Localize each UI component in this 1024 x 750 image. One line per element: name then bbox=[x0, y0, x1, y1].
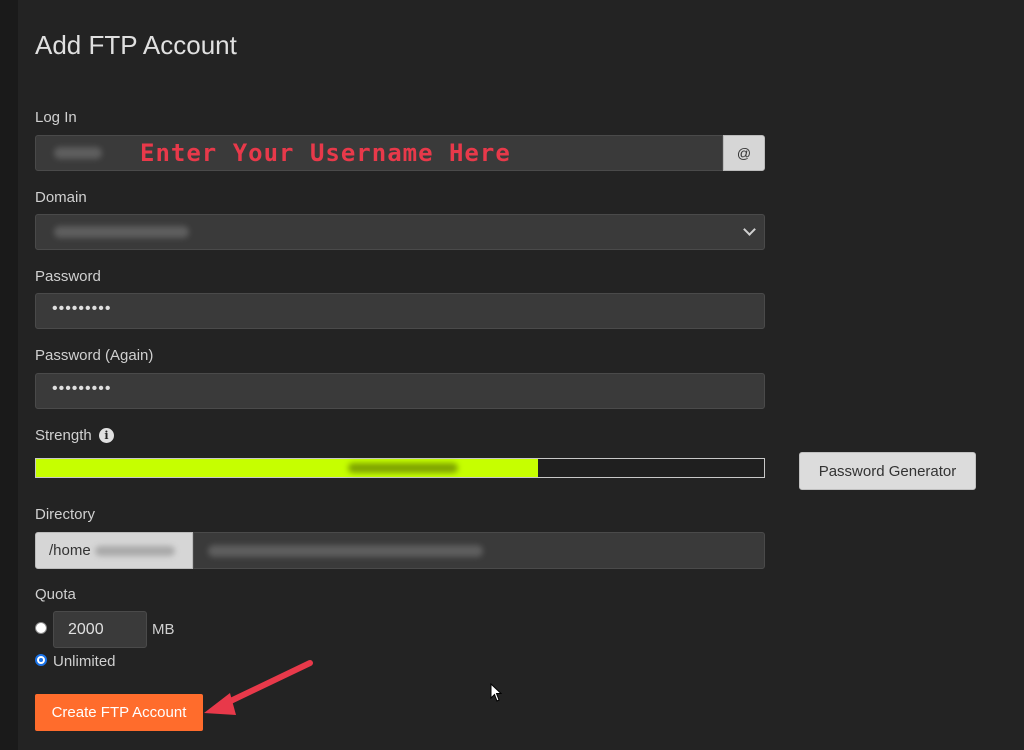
page-title: Add FTP Account bbox=[35, 30, 237, 60]
strength-value-redacted bbox=[348, 463, 458, 473]
directory-prefix-text: /home bbox=[49, 542, 91, 559]
at-addon: @ bbox=[723, 135, 765, 171]
domain-select[interactable] bbox=[35, 214, 765, 250]
directory-prefix: /home bbox=[35, 532, 193, 569]
domain-label: Domain bbox=[35, 189, 87, 206]
strength-meter-fill bbox=[36, 459, 539, 477]
password-input[interactable]: ••••••••• bbox=[35, 293, 765, 329]
directory-prefix-redacted bbox=[94, 545, 175, 556]
directory-value-redacted bbox=[208, 545, 483, 557]
annotation-arrow-icon bbox=[204, 660, 313, 715]
strength-meter bbox=[35, 458, 765, 478]
domain-value-redacted bbox=[54, 226, 189, 238]
directory-input[interactable] bbox=[193, 532, 765, 569]
password-masked-value: ••••••••• bbox=[52, 300, 112, 317]
login-value-redacted bbox=[54, 147, 102, 159]
quota-unlimited-radio[interactable] bbox=[35, 654, 47, 666]
password-generator-button[interactable]: Password Generator bbox=[799, 452, 976, 490]
password-again-label: Password (Again) bbox=[35, 347, 154, 364]
add-ftp-account-page: Add FTP Account Log In Enter Your Userna… bbox=[0, 0, 1024, 750]
password-label: Password bbox=[35, 268, 101, 285]
quota-limited-radio[interactable] bbox=[35, 622, 47, 634]
quota-input[interactable]: 2000 bbox=[53, 611, 147, 648]
create-ftp-account-button[interactable]: Create FTP Account bbox=[35, 694, 203, 731]
password-again-input[interactable]: ••••••••• bbox=[35, 373, 765, 409]
quota-label: Quota bbox=[35, 586, 76, 603]
login-label: Log In bbox=[35, 109, 77, 126]
directory-label: Directory bbox=[35, 506, 96, 523]
quota-unlimited-label[interactable]: Unlimited bbox=[53, 653, 116, 670]
info-circle-icon[interactable]: i bbox=[99, 428, 114, 443]
left-edge-strip bbox=[0, 0, 18, 750]
mouse-cursor-icon bbox=[490, 683, 503, 702]
quota-value: 2000 bbox=[68, 620, 104, 638]
quota-unit: MB bbox=[152, 621, 175, 638]
strength-label: Strength bbox=[35, 427, 92, 444]
password-again-masked-value: ••••••••• bbox=[52, 380, 112, 397]
chevron-down-icon bbox=[743, 223, 756, 236]
login-annotation: Enter Your Username Here bbox=[140, 139, 511, 167]
